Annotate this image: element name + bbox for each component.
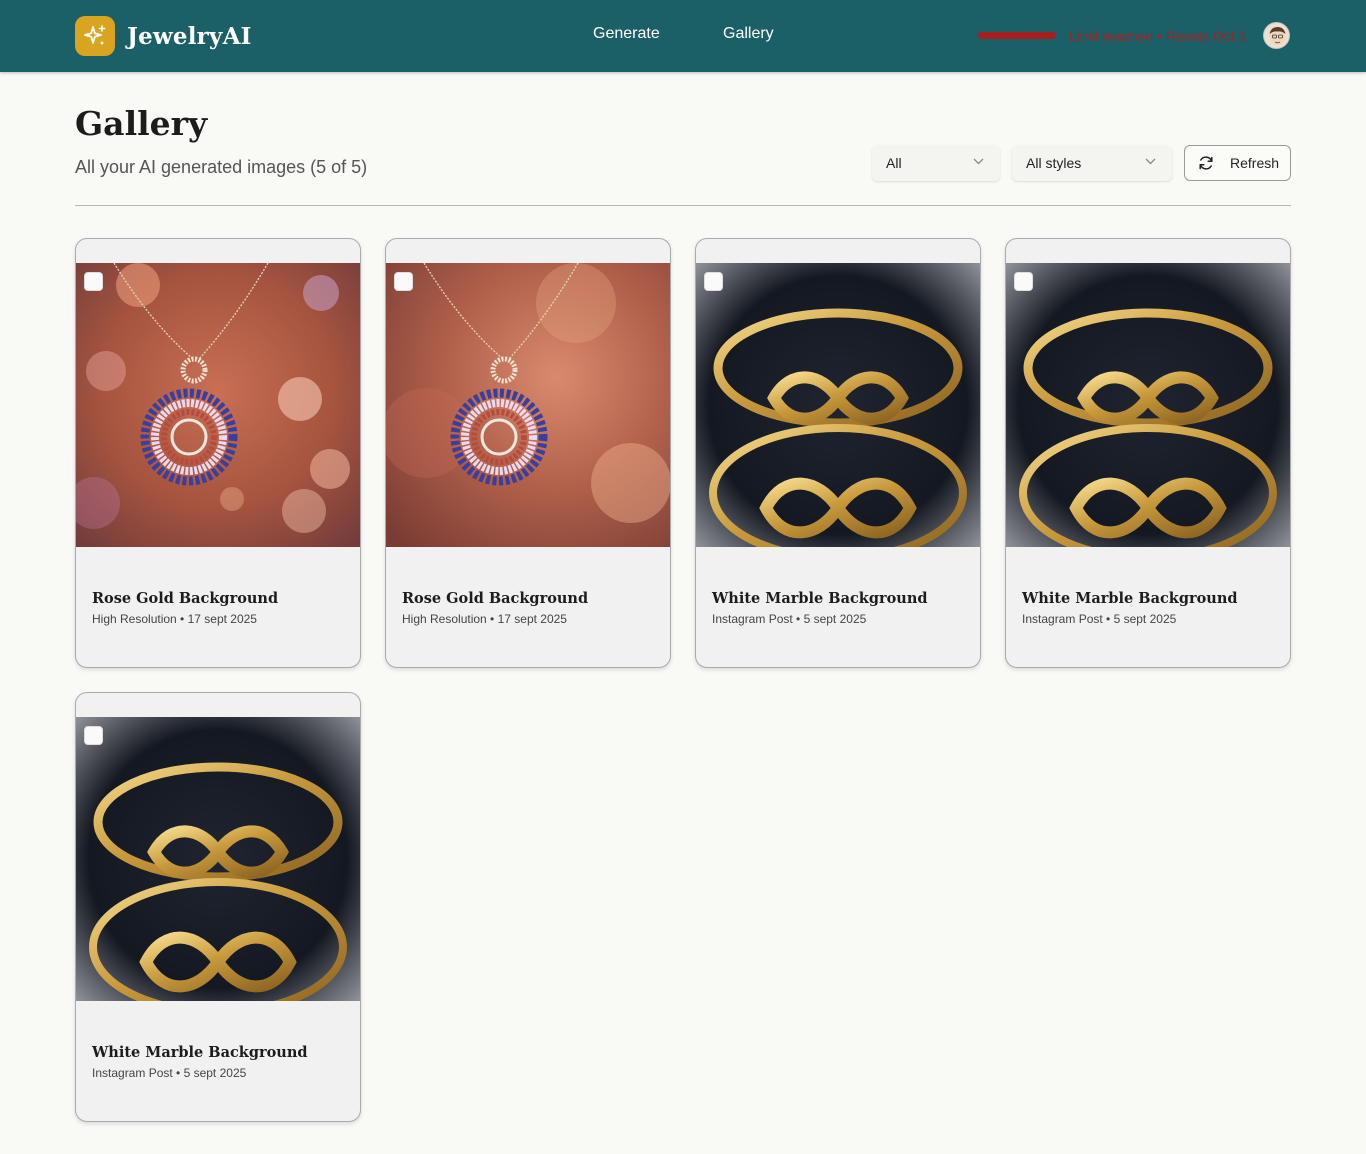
select-checkbox[interactable]	[84, 272, 103, 291]
card-title: White Marble Background	[92, 1044, 308, 1061]
card-title: Rose Gold Background	[402, 590, 589, 607]
card-meta: Instagram Post • 5 sept 2025	[92, 1066, 247, 1080]
sparkle-icon	[75, 16, 115, 56]
page-subtitle: All your AI generated images (5 of 5)	[75, 157, 368, 177]
style-filter-value: All styles	[1026, 155, 1082, 171]
type-filter-value: All	[886, 155, 902, 171]
brand-logo[interactable]: JewelryAI	[75, 16, 252, 56]
pendant-necklace-image	[386, 263, 670, 547]
select-checkbox[interactable]	[84, 726, 103, 745]
gallery-card[interactable]: Rose Gold Background High Resolution • 1…	[75, 238, 361, 668]
user-avatar[interactable]	[1263, 22, 1290, 49]
style-filter-select[interactable]: All styles	[1012, 145, 1172, 181]
gallery-card[interactable]: White Marble Background Instagram Post •…	[75, 692, 361, 1122]
refresh-icon	[1198, 155, 1214, 171]
top-navigation-bar: JewelryAI Generate Gallery Limit reached…	[0, 0, 1366, 72]
page-title: Gallery	[75, 104, 208, 143]
card-title: White Marble Background	[1022, 590, 1238, 607]
card-meta: Instagram Post • 5 sept 2025	[1022, 612, 1177, 626]
gallery-card[interactable]: White Marble Background Instagram Post •…	[1005, 238, 1291, 668]
usage-limit-bar	[978, 32, 1056, 39]
select-checkbox[interactable]	[394, 272, 413, 291]
gold-rings-image	[696, 263, 980, 547]
usage-limit-status: Limit reached • Resets Oct 1	[1069, 28, 1247, 44]
card-title: Rose Gold Background	[92, 590, 279, 607]
select-checkbox[interactable]	[704, 272, 723, 291]
nav-generate-link[interactable]: Generate	[593, 25, 660, 43]
chevron-down-icon	[973, 158, 984, 165]
refresh-button[interactable]: Refresh	[1184, 145, 1291, 181]
header-divider	[75, 205, 1291, 206]
gold-rings-image	[76, 717, 360, 1001]
select-checkbox[interactable]	[1014, 272, 1033, 291]
pendant-necklace-image	[76, 263, 360, 547]
type-filter-select[interactable]: All	[872, 145, 1000, 181]
app-name: JewelryAI	[127, 22, 252, 50]
refresh-label: Refresh	[1230, 155, 1280, 171]
gallery-card[interactable]: White Marble Background Instagram Post •…	[695, 238, 981, 668]
card-meta: High Resolution • 17 sept 2025	[92, 612, 257, 626]
card-meta: Instagram Post • 5 sept 2025	[712, 612, 867, 626]
gallery-card[interactable]: Rose Gold Background High Resolution • 1…	[385, 238, 671, 668]
card-title: White Marble Background	[712, 590, 928, 607]
nav-gallery-link[interactable]: Gallery	[723, 25, 774, 43]
card-meta: High Resolution • 17 sept 2025	[402, 612, 567, 626]
gold-rings-image	[1006, 263, 1290, 547]
chevron-down-icon	[1145, 158, 1156, 165]
